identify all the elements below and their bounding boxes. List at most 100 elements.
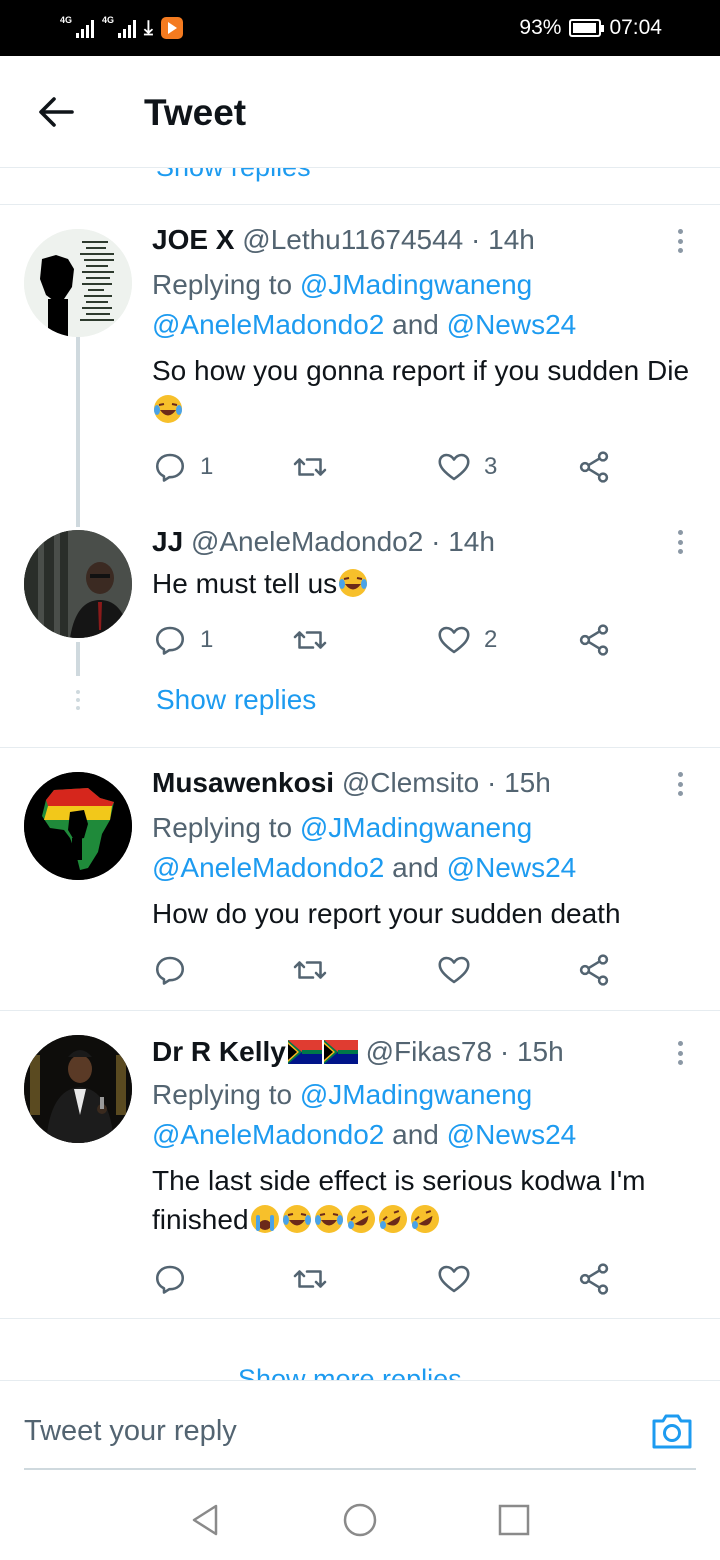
reply-button[interactable]: 1 (152, 618, 213, 662)
more-options-icon[interactable] (670, 227, 690, 255)
retweet-button[interactable] (292, 618, 328, 662)
reply-count: 1 (200, 626, 214, 653)
tweet-body: So how you gonna report if you sudden Di… (152, 355, 690, 386)
tweet-text: So how you gonna report if you sudden Di… (152, 351, 692, 429)
display-name[interactable]: Dr R Kelly (152, 1036, 286, 1067)
rofl-emoji-icon (346, 1205, 375, 1233)
nav-back-icon[interactable] (188, 1502, 224, 1538)
tweet-body: He must tell us (152, 568, 338, 599)
status-bar: 4G 4G ⤓ 93% 07:04 (0, 0, 720, 56)
signal-icon-1: 4G (60, 15, 94, 38)
tweet-jj[interactable]: JJ @AneleMadondo2 · 14h He must tell us … (0, 520, 720, 747)
user-handle[interactable]: @AneleMadondo2 (191, 526, 423, 557)
tweet-body-line-2: finished (152, 1204, 249, 1235)
timestamp: · 15h (486, 767, 551, 798)
network-type-2: 4G (102, 15, 115, 25)
share-button[interactable] (576, 1257, 612, 1301)
mention-link[interactable]: @JMadingwaneng (300, 812, 532, 843)
user-handle[interactable]: @Clemsito (342, 767, 479, 798)
thread-line (76, 642, 80, 676)
share-button[interactable] (576, 445, 612, 489)
battery-percent: 93% (519, 16, 562, 39)
user-handle[interactable]: @Fikas78 (366, 1036, 492, 1067)
mention-link[interactable]: @AneleMadondo2 (152, 1119, 384, 1150)
back-arrow-icon[interactable] (36, 92, 76, 132)
tweet-musawenkosi[interactable]: Musawenkosi @Clemsito · 15h Replying to … (0, 748, 720, 1010)
rofl-emoji-icon (378, 1205, 407, 1233)
replying-to: Replying to @JMadingwaneng @AneleMadondo… (152, 1075, 692, 1155)
heart-icon (438, 626, 470, 654)
display-name[interactable]: JOE X (152, 224, 234, 255)
share-button[interactable] (576, 618, 612, 662)
thread-line (76, 337, 80, 527)
retweet-button[interactable] (292, 948, 328, 992)
mention-link[interactable]: @News24 (447, 852, 577, 883)
like-button[interactable] (436, 1257, 472, 1301)
heart-icon (438, 453, 470, 481)
tweet-text: The last side effect is serious kodwa I'… (152, 1161, 692, 1239)
reply-input[interactable]: Tweet your reply (24, 1415, 237, 1448)
status-right: 93% 07:04 (519, 14, 662, 42)
reply-icon (155, 1265, 185, 1294)
display-name[interactable]: JJ (152, 526, 183, 557)
avatar[interactable] (24, 229, 132, 337)
laughing-emoji-icon (339, 569, 368, 597)
tweet-joe-x[interactable]: JOE X @Lethu11674544 · 14h Replying to @… (0, 205, 720, 527)
retweet-icon (293, 961, 327, 979)
tweet-header: Dr R Kelly @Fikas78 · 15h (152, 1035, 564, 1069)
retweet-icon (293, 631, 327, 649)
share-button[interactable] (576, 948, 612, 992)
tweet-body-line-1: The last side effect is serious kodwa I'… (152, 1165, 646, 1196)
retweet-button[interactable] (292, 445, 328, 489)
replying-to-label: Replying to (152, 812, 300, 843)
mention-link[interactable]: @JMadingwaneng (300, 269, 532, 300)
south-africa-flag-icon (287, 1040, 322, 1064)
more-options-icon[interactable] (670, 1039, 690, 1067)
mention-link[interactable]: @News24 (447, 309, 577, 340)
like-count: 2 (484, 626, 498, 653)
show-replies-link[interactable]: Show replies (156, 684, 316, 716)
share-icon (579, 451, 609, 483)
share-icon (579, 1263, 609, 1295)
tweet-actions (152, 1257, 632, 1301)
mention-link[interactable]: @JMadingwaneng (300, 1079, 532, 1110)
timestamp: · 14h (471, 224, 535, 255)
tweet-actions: 1 2 (152, 618, 632, 662)
more-options-icon[interactable] (670, 770, 690, 798)
reply-count: 1 (200, 453, 214, 480)
avatar[interactable] (24, 772, 132, 880)
south-africa-flag-icon (323, 1040, 358, 1064)
mention-link[interactable]: @News24 (447, 1119, 577, 1150)
battery-icon (569, 19, 605, 37)
network-type-1: 4G (60, 15, 73, 25)
system-navigation-bar (0, 1472, 720, 1560)
top-app-bar: Tweet (0, 56, 720, 168)
avatar[interactable] (24, 1035, 132, 1143)
replying-to-label: Replying to (152, 269, 300, 300)
user-handle[interactable]: @Lethu11674544 (242, 224, 463, 255)
mention-link[interactable]: @AneleMadondo2 (152, 852, 384, 883)
reply-button[interactable]: 1 (152, 445, 213, 489)
nav-recents-icon[interactable] (496, 1502, 532, 1538)
share-icon (579, 954, 609, 986)
retweet-button[interactable] (292, 1257, 328, 1301)
reply-button[interactable] (152, 1257, 188, 1301)
like-button[interactable]: 3 (436, 445, 497, 489)
signal-icon-2: 4G (102, 15, 136, 38)
reply-button[interactable] (152, 948, 188, 992)
camera-icon[interactable] (650, 1411, 694, 1451)
tweet-text: How do you report your sudden death (152, 894, 692, 933)
display-name[interactable]: Musawenkosi (152, 767, 334, 798)
reply-icon (155, 626, 185, 655)
mention-link[interactable]: @AneleMadondo2 (152, 309, 384, 340)
more-options-icon[interactable] (670, 528, 690, 556)
like-button[interactable] (436, 948, 472, 992)
timestamp: · 14h (431, 526, 495, 557)
reply-composer: Tweet your reply (0, 1380, 720, 1472)
tweet-header: JJ @AneleMadondo2 · 14h (152, 525, 495, 559)
like-button[interactable]: 2 (436, 618, 497, 662)
tweet-header: Musawenkosi @Clemsito · 15h (152, 766, 551, 800)
tweet-dr-r-kelly[interactable]: Dr R Kelly @Fikas78 · 15h Replying to @J… (0, 1011, 720, 1317)
nav-home-icon[interactable] (342, 1502, 378, 1538)
avatar[interactable] (24, 530, 132, 638)
